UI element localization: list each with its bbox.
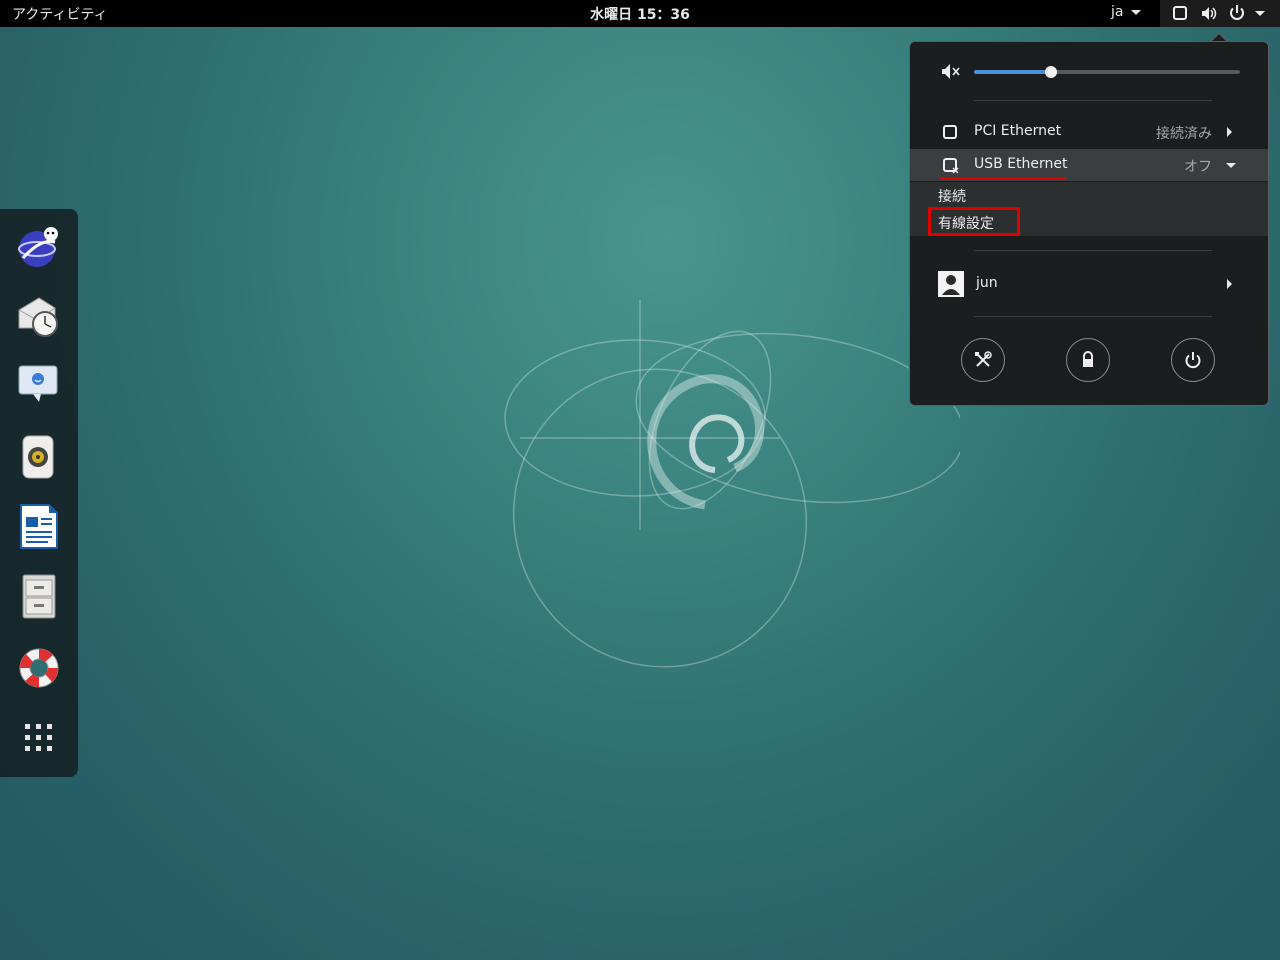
activities-button[interactable]: アクティビティ <box>12 4 108 24</box>
chevron-right-icon <box>1227 127 1232 137</box>
separator <box>974 250 1212 251</box>
lifebuoy-help-icon <box>19 648 59 688</box>
chat-icon <box>18 365 58 402</box>
chevron-right-icon <box>1227 279 1232 289</box>
power-off-button[interactable] <box>1171 338 1215 382</box>
music-launcher[interactable] <box>14 431 64 481</box>
writer-document-icon <box>20 504 58 549</box>
lock-button[interactable] <box>1066 338 1110 382</box>
user-name: jun <box>976 275 998 291</box>
separator <box>974 316 1212 317</box>
volume-slider-handle[interactable] <box>1045 66 1057 78</box>
pci-ethernet-label: PCI Ethernet <box>974 123 1062 139</box>
pci-ethernet-status: 接続済み <box>1156 126 1212 142</box>
volume-slider-fill <box>974 70 1051 74</box>
writer-launcher[interactable] <box>14 501 64 551</box>
speaker-icon <box>22 435 54 479</box>
connect-menu-item[interactable]: 接続 <box>938 186 966 206</box>
web-browser-icon <box>18 227 58 267</box>
clock-area: 水曜日 15：36 <box>0 4 1280 24</box>
network-wired-icon <box>943 125 957 139</box>
debian-wallpaper-logo <box>504 300 960 668</box>
network-wired-icon <box>1173 6 1187 20</box>
mail-launcher[interactable] <box>14 291 64 341</box>
volume-muted-icon[interactable] <box>940 62 962 82</box>
clock-button[interactable]: 水曜日 15：36 <box>590 7 690 23</box>
red-underline-annotation <box>940 177 1066 180</box>
show-apps-grid-icon <box>25 724 52 751</box>
settings-tools-icon <box>975 351 992 367</box>
usb-ethernet-label: USB Ethernet <box>974 156 1068 172</box>
red-box-annotation <box>928 207 1020 236</box>
chevron-down-icon <box>1131 9 1142 15</box>
pci-ethernet-row[interactable]: PCI Ethernet 接続済み <box>910 116 1268 148</box>
power-icon <box>1185 352 1201 369</box>
chevron-down-icon <box>1226 163 1236 168</box>
system-menu-popup: PCI Ethernet 接続済み USB Ethernet オフ 接続 有線設… <box>909 41 1269 406</box>
language-label: ja <box>1111 4 1124 20</box>
avatar-icon <box>938 271 964 297</box>
language-menu[interactable]: ja <box>1111 4 1142 20</box>
chat-launcher[interactable] <box>14 359 64 409</box>
chevron-down-icon <box>1255 11 1265 16</box>
usb-ethernet-status: オフ <box>1184 159 1212 175</box>
user-row[interactable]: jun <box>910 268 1268 300</box>
files-launcher[interactable] <box>14 571 64 621</box>
volume-slider[interactable] <box>974 66 1242 78</box>
show-applications-button[interactable] <box>14 713 64 763</box>
top-bar: アクティビティ 水曜日 15：36 ja <box>0 0 1280 27</box>
settings-button[interactable] <box>961 338 1005 382</box>
file-cabinet-icon <box>22 574 56 619</box>
status-icons <box>1173 5 1265 20</box>
help-launcher[interactable] <box>14 643 64 693</box>
mail-clock-icon <box>18 297 58 337</box>
separator <box>974 100 1212 101</box>
lock-icon <box>1083 351 1093 367</box>
volume-icon <box>1202 7 1217 20</box>
usb-ethernet-row[interactable]: USB Ethernet オフ <box>910 149 1268 181</box>
dash-dock <box>0 209 78 777</box>
network-wired-disconnected-icon <box>943 158 959 174</box>
usb-ethernet-submenu: 接続 有線設定 <box>910 182 1268 236</box>
power-icon <box>1230 5 1244 20</box>
web-browser-launcher[interactable] <box>14 221 64 271</box>
system-status-menu[interactable] <box>1160 0 1280 27</box>
